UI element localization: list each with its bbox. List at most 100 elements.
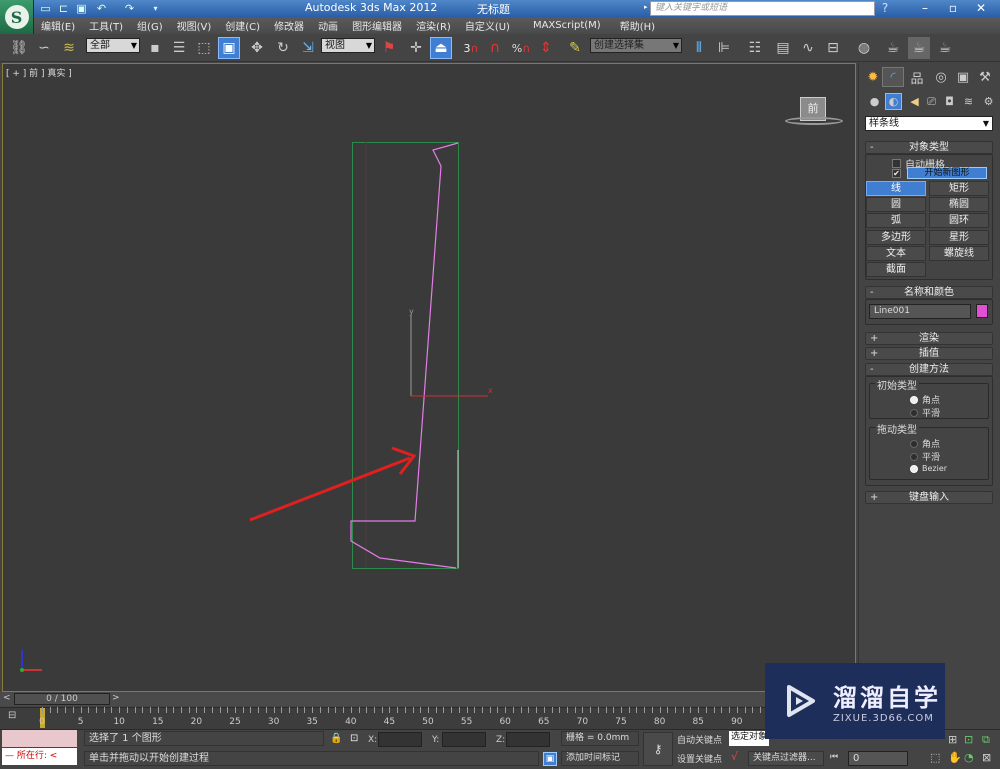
track-tick (636, 707, 638, 713)
set-key-icon[interactable]: ⚷ (643, 732, 673, 766)
set-key-button[interactable]: 设置关键点 (677, 752, 722, 765)
track-tick (296, 707, 298, 713)
geometry-category-icon[interactable]: ● (866, 93, 883, 110)
shapes-category-icon[interactable]: ◐ (885, 93, 902, 110)
track-tick (173, 707, 175, 713)
track-tick-label: 85 (692, 717, 704, 727)
track-tick (551, 707, 553, 713)
absolute-mode-icon[interactable]: ⊡ (350, 733, 358, 744)
modify-tab-icon[interactable]: ◜ (882, 67, 904, 87)
track-tick (211, 707, 213, 713)
create-tab-icon[interactable]: ✹ (862, 67, 884, 87)
shape-category-dropdown[interactable]: 样条线 ▼ (865, 116, 993, 131)
render-setup-icon[interactable]: ☕ (882, 37, 904, 59)
systems-category-icon[interactable]: ⚙ (980, 93, 997, 110)
track-tick (157, 707, 159, 713)
help-icon[interactable]: ? (876, 0, 894, 17)
utilities-tab-icon[interactable]: ⚒ (974, 67, 996, 87)
name-color-rollout-header[interactable]: - 名称和颜色 (865, 286, 993, 299)
ngon-button[interactable]: 多边形 (866, 230, 926, 245)
initial-corner-radio[interactable]: 角点 (910, 393, 940, 406)
next-frame-button[interactable]: > (112, 693, 120, 703)
track-tick (690, 707, 692, 713)
maxscript-line-indicator[interactable]: — 所在行: < (2, 748, 77, 765)
track-tick (759, 707, 761, 713)
zoom-extents-all-icon[interactable]: ⊞ (948, 733, 957, 746)
donut-button[interactable]: 圆环 (929, 213, 989, 228)
rendered-frame-window-icon[interactable]: ☕ (908, 37, 930, 59)
line-button[interactable]: 线 (866, 181, 926, 196)
creation-method-rollout-header[interactable]: - 创建方法 (865, 363, 993, 376)
close-button[interactable]: ✕ (966, 0, 996, 17)
track-tick (744, 707, 746, 713)
interpolation-rollout-header[interactable]: + 插值 (865, 347, 993, 360)
text-button[interactable]: 文本 (866, 246, 926, 261)
material-editor-icon[interactable]: ◍ (853, 37, 875, 59)
section-button[interactable]: 截面 (866, 262, 926, 277)
rendering-rollout-header[interactable]: + 渲染 (865, 332, 993, 345)
maximize-button[interactable]: ▫ (938, 0, 968, 17)
initial-smooth-radio[interactable]: 平滑 (910, 406, 940, 419)
add-time-tag-button[interactable]: 添加时间标记 (561, 751, 639, 766)
hierarchy-tab-icon[interactable]: 品 (906, 67, 928, 87)
time-tag-icon[interactable]: ▣ (543, 752, 557, 766)
render-production-icon[interactable]: ☕ (934, 37, 956, 59)
time-slider-thumb[interactable]: 0 / 100 (14, 693, 110, 705)
key-mode-toggle-icon[interactable]: ⏮ (830, 752, 838, 762)
track-tick-label: 0 (39, 717, 45, 727)
keyboard-entry-rollout-header[interactable]: + 键盘输入 (865, 491, 993, 504)
pan-view-icon[interactable]: ✋ (948, 751, 962, 764)
object-type-rollout-header[interactable]: - 对象类型 (865, 141, 993, 154)
z-coordinate-input[interactable] (506, 732, 550, 747)
motion-tab-icon[interactable]: ◎ (930, 67, 952, 87)
arc-button[interactable]: 弧 (866, 213, 926, 228)
key-filters-button[interactable]: 关键点过滤器... (748, 751, 824, 766)
zoom-extents-icon[interactable]: ⊡ (964, 733, 973, 746)
cameras-category-icon[interactable]: ⎚ (923, 93, 940, 110)
track-tick (49, 707, 51, 713)
zoom-all-icon[interactable]: ⧉ (982, 733, 990, 747)
field-of-view-icon[interactable]: ⬚ (930, 751, 940, 764)
x-coordinate-input[interactable] (378, 732, 422, 747)
key-selection-dropdown[interactable]: 选定对象 (729, 731, 769, 746)
x-label: X: (368, 735, 378, 745)
circle-button[interactable]: 圆 (866, 197, 926, 212)
lights-category-icon[interactable]: ◀ (906, 93, 923, 110)
track-tick (536, 707, 538, 713)
current-frame-input[interactable]: 0 (848, 751, 908, 766)
display-tab-icon[interactable]: ▣ (952, 67, 974, 87)
track-tick (466, 707, 468, 713)
track-tick (443, 707, 445, 713)
track-tick-label: 30 (267, 717, 280, 727)
minimize-button[interactable]: – (910, 0, 940, 17)
object-name-input[interactable]: Line001 (869, 304, 971, 319)
track-tick (88, 707, 90, 713)
star-button[interactable]: 星形 (929, 230, 989, 245)
drag-corner-radio[interactable]: 角点 (910, 437, 940, 450)
track-tick-label: 70 (576, 717, 589, 727)
track-tick (188, 707, 190, 713)
object-color-swatch[interactable] (976, 304, 988, 318)
start-new-shape-button[interactable]: 开始新图形 (907, 167, 987, 179)
auto-key-button[interactable]: 自动关键点 (677, 733, 722, 746)
ellipse-button[interactable]: 椭圆 (929, 197, 989, 212)
y-coordinate-input[interactable] (442, 732, 486, 747)
start-new-shape-checkbox[interactable]: ✔ (892, 168, 901, 179)
helpers-category-icon[interactable]: ◘ (941, 93, 958, 110)
track-tick-label: 35 (306, 717, 318, 727)
time-slider-track[interactable] (0, 692, 856, 706)
selection-lock-icon[interactable]: 🔒 (330, 733, 342, 744)
orbit-icon[interactable]: ◔ (964, 751, 974, 764)
drag-bezier-radio[interactable]: Bezier (910, 464, 947, 473)
track-tick (497, 707, 499, 713)
key-mode-icon[interactable]: √ (731, 750, 738, 763)
space-warps-category-icon[interactable]: ≋ (960, 93, 977, 110)
track-tick (180, 707, 182, 713)
rectangle-button[interactable]: 矩形 (929, 181, 989, 196)
track-tick (366, 707, 368, 713)
drag-smooth-radio[interactable]: 平滑 (910, 450, 940, 463)
maximize-viewport-icon[interactable]: ⊠ (982, 751, 991, 764)
helix-button[interactable]: 螺旋线 (929, 246, 989, 261)
maxscript-listener-input[interactable] (2, 730, 77, 747)
previous-frame-button[interactable]: < (3, 693, 11, 703)
